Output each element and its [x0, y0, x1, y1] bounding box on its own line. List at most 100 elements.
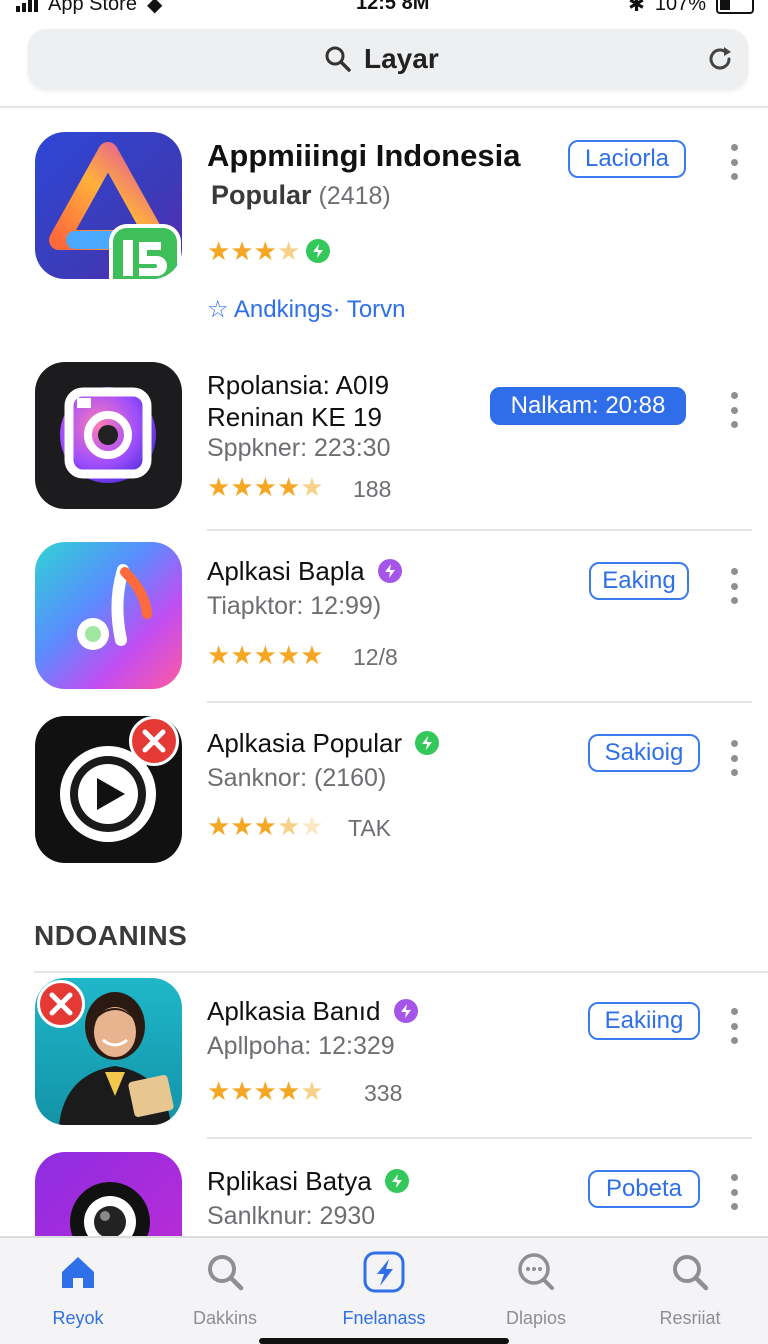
app-subtitle: Apllpoha: 12:329 [207, 1032, 395, 1060]
app-row[interactable]: Rpolansia: A0I9 Reninan KE 19 Sppkner: 2… [0, 362, 768, 532]
app-link-label[interactable]: Andkings· Torvn [234, 296, 406, 323]
app-icon[interactable] [35, 978, 182, 1125]
app-subtitle: Tiapktor: 12:99) [207, 592, 382, 620]
star-icon: ★ [207, 236, 230, 266]
action-button[interactable]: Nalkam: 20:88 [490, 387, 686, 425]
app-title-text[interactable]: Aplkasia Popular [207, 728, 402, 758]
app-subtitle: Sppkner: 223:30 [207, 434, 391, 462]
refresh-icon[interactable] [704, 43, 736, 75]
star-icon: ★ [207, 640, 230, 670]
app-title[interactable]: Rpolansia: A0I9 [207, 370, 389, 401]
status-left: App Store ◆ [16, 0, 162, 14]
verified-badge-icon [306, 239, 331, 263]
app-row[interactable]: Aplkasi Bapla Tiapktor: 12:99) ★ ★ ★ ★ ★ 12/… [0, 542, 768, 702]
app-icon[interactable] [35, 542, 182, 689]
rating-count: TAK [348, 815, 392, 841]
app-row[interactable]: Appmiiingi Indonesia Popular (2418) ★ ★ ★ ★… [0, 130, 768, 340]
star-icon: ★ [207, 1076, 230, 1106]
section-title: NDOANINS [34, 920, 188, 951]
battery-percent: 107% [654, 0, 706, 14]
star-icon: ★ [253, 811, 277, 841]
tab-label: Fnelanass [342, 1308, 426, 1328]
search-icon [673, 1255, 709, 1291]
apps-icon [363, 1251, 405, 1293]
signal-icon [16, 0, 38, 12]
app-title-text[interactable]: Aplkasi Bapla [207, 556, 365, 586]
status-time: 12:5 8M [356, 0, 430, 14]
app-row[interactable]: Rplikasi Batya Sanlknur: 2930 Pobeta [0, 1150, 768, 1236]
more-options-button[interactable] [726, 392, 742, 428]
row-divider [207, 701, 752, 703]
app-title[interactable]: Aplkasi Bapla [207, 556, 402, 587]
tab-label: Resriiat [659, 1308, 721, 1328]
more-options-button[interactable] [726, 740, 742, 776]
bluetooth-icon: ✱ [628, 0, 645, 14]
app-review-count: (2418) [318, 182, 391, 210]
tab-bar: Reyok Dakkins Fnelanass Dlapios Resriiat [0, 1236, 768, 1344]
app-icon[interactable] [35, 716, 182, 863]
action-button[interactable]: Sakioig [588, 734, 700, 772]
star-half-icon: ★ [300, 1076, 323, 1106]
app-title-text[interactable]: Aplkasia Banıd [207, 996, 380, 1026]
action-button[interactable]: Pobeta [588, 1170, 700, 1208]
header-divider [0, 106, 768, 108]
star-rating: ★ ★ ★ ★ ★ [207, 472, 324, 503]
chat-search-icon [518, 1253, 554, 1290]
app-icon[interactable] [35, 362, 182, 509]
app-title[interactable]: Aplkasia Banıd [207, 996, 418, 1027]
action-button[interactable]: Laciorla [568, 140, 686, 178]
tab-search[interactable]: Dakkins [155, 1250, 295, 1329]
rating-count: 12/8 [353, 644, 398, 670]
app-title[interactable]: Aplkasia Popular [207, 728, 440, 759]
star-icon: ★ [253, 1076, 277, 1106]
verified-badge-icon [393, 999, 418, 1024]
app-title-text[interactable]: Rplikasi Batya [207, 1166, 372, 1196]
verified-badge-icon [384, 1169, 409, 1194]
star-icon: ★ [230, 640, 253, 670]
star-icon: ★ [207, 472, 230, 502]
action-button[interactable]: Eaking [589, 562, 689, 600]
star-icon: ★ [230, 1076, 253, 1106]
tab-apps[interactable]: Fnelanass [314, 1250, 454, 1329]
status-right: ✱ 107% [628, 0, 754, 14]
star-icon: ★ [253, 640, 277, 670]
star-half-icon: ★ [300, 472, 323, 502]
star-icon: ★ [276, 472, 300, 502]
more-options-button[interactable] [726, 568, 742, 604]
battery-icon [716, 0, 754, 14]
more-options-button[interactable] [726, 144, 742, 180]
app-row[interactable]: Aplkasia Banıd Apllpoha: 12:329 ★ ★ ★ ★ ★ 33… [0, 978, 768, 1138]
row-divider [207, 1137, 752, 1139]
tab-label: Dlapios [505, 1308, 567, 1328]
action-button[interactable]: Eakiing [588, 1002, 700, 1040]
star-rating: ★ ★ ★ ★ ★ [207, 811, 324, 842]
search-query[interactable]: Layar [364, 43, 439, 75]
app-link[interactable]: ☆ Andkings· Torvn [207, 295, 406, 324]
tab-discover[interactable]: Dlapios [466, 1250, 606, 1329]
app-row[interactable]: Aplkasia Popular Sanknor: (2160) ★ ★ ★ ★ ★ T… [0, 716, 768, 876]
tab-results[interactable]: Resriiat [620, 1250, 760, 1329]
music-note-icon [77, 564, 152, 650]
app-subtitle: Sanknor: (2160) [207, 764, 387, 792]
tab-today[interactable]: Reyok [8, 1250, 148, 1329]
star-icon: ★ [276, 640, 300, 670]
star-half-icon: ★ [276, 236, 300, 266]
star-icon: ★ [230, 236, 253, 266]
webcam-icon [70, 1182, 150, 1236]
app-title[interactable]: Rplikasi Batya [207, 1166, 409, 1197]
search-icon [208, 1255, 244, 1291]
search-icon [325, 46, 351, 72]
star-icon: ★ [230, 472, 253, 502]
app-icon[interactable] [35, 132, 182, 279]
carrier-label: App Store [48, 0, 137, 14]
search-bar[interactable]: Layar [28, 29, 748, 89]
app-title[interactable]: Appmiiingi Indonesia [207, 138, 520, 174]
camera-logo-icon [60, 387, 156, 483]
row-divider [207, 529, 752, 531]
more-options-button[interactable] [726, 1174, 742, 1210]
app-category: Popular [211, 180, 312, 210]
app-title-line2: Reninan KE 19 [207, 402, 382, 432]
more-options-button[interactable] [726, 1008, 742, 1044]
star-icon: ★ [276, 1076, 300, 1106]
app-icon[interactable] [35, 1152, 182, 1236]
